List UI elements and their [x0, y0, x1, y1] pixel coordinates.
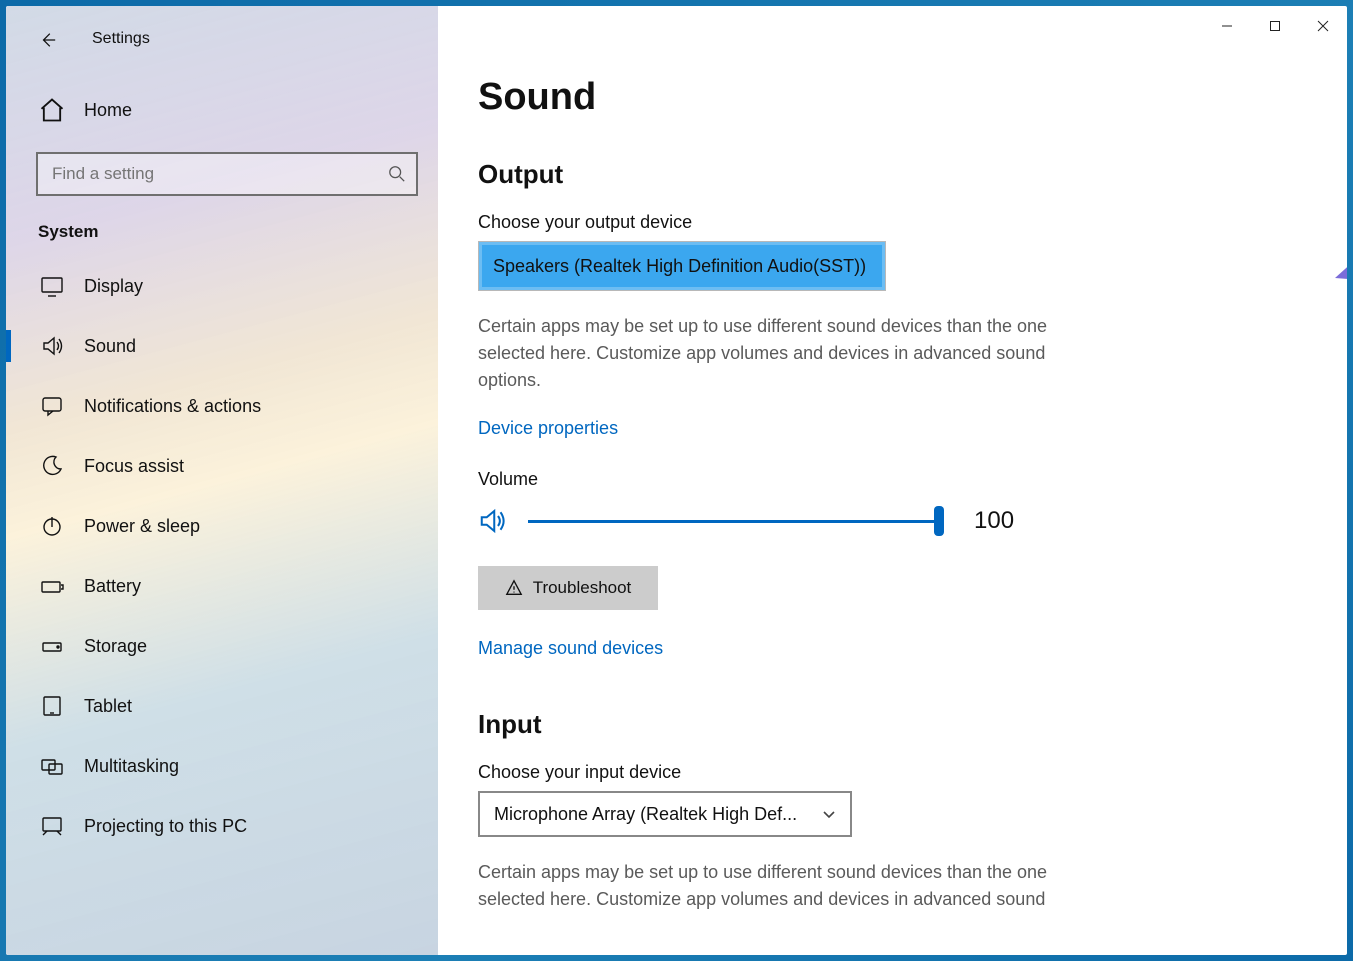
sidebar-item-battery[interactable]: Battery [6, 556, 438, 616]
drive-icon [38, 632, 66, 660]
troubleshoot-button[interactable]: Troubleshoot [478, 566, 658, 610]
home-label: Home [84, 100, 132, 121]
search-input[interactable] [52, 164, 388, 184]
minimize-button[interactable] [1203, 6, 1251, 46]
sidebar-item-notifications[interactable]: Notifications & actions [6, 376, 438, 436]
tablet-icon [38, 692, 66, 720]
input-device-value: Microphone Array (Realtek High Def... [494, 804, 797, 825]
volume-row: 100 [478, 506, 1307, 536]
sidebar-item-label: Notifications & actions [84, 396, 261, 417]
volume-label: Volume [478, 469, 1307, 490]
input-help-text: Certain apps may be set up to use differ… [478, 859, 1078, 913]
output-choose-label: Choose your output device [478, 212, 1307, 233]
sidebar: Settings Home System Display Sound [6, 6, 438, 955]
output-device-value: Speakers (Realtek High Definition Audio(… [493, 256, 866, 277]
sidebar-item-label: Tablet [84, 696, 132, 717]
app-title: Settings [6, 20, 438, 48]
sidebar-item-label: Projecting to this PC [84, 816, 247, 837]
warning-icon [505, 579, 523, 597]
sidebar-item-label: Multitasking [84, 756, 179, 777]
project-icon [38, 812, 66, 840]
output-help-text: Certain apps may be set up to use differ… [478, 313, 1078, 394]
sidebar-item-focus[interactable]: Focus assist [6, 436, 438, 496]
settings-window: Settings Home System Display Sound [6, 6, 1347, 955]
manage-devices-link[interactable]: Manage sound devices [478, 638, 663, 659]
output-heading: Output [478, 159, 1307, 190]
input-heading: Input [478, 709, 1307, 740]
sidebar-item-label: Focus assist [84, 456, 184, 477]
sidebar-home[interactable]: Home [6, 82, 438, 138]
moon-icon [38, 452, 66, 480]
sidebar-item-display[interactable]: Display [6, 256, 438, 316]
volume-slider[interactable] [528, 506, 944, 536]
output-device-select[interactable]: Speakers (Realtek High Definition Audio(… [478, 241, 886, 291]
maximize-button[interactable] [1251, 6, 1299, 46]
sidebar-nav: Display Sound Notifications & actions Fo… [6, 256, 438, 856]
speaker-icon [38, 332, 66, 360]
close-button[interactable] [1299, 6, 1347, 46]
sidebar-item-sound[interactable]: Sound [6, 316, 438, 376]
monitor-icon [38, 272, 66, 300]
volume-icon [478, 506, 508, 536]
search-icon [388, 165, 406, 183]
volume-value: 100 [974, 507, 1014, 535]
input-device-select[interactable]: Microphone Array (Realtek High Def... [478, 791, 852, 837]
troubleshoot-label: Troubleshoot [533, 578, 632, 598]
sidebar-item-label: Battery [84, 576, 141, 597]
multitasking-icon [38, 752, 66, 780]
slider-track [528, 520, 944, 523]
chevron-down-icon [822, 807, 836, 821]
sidebar-section-header: System [6, 196, 438, 256]
page-title: Sound [478, 76, 1307, 119]
home-icon [38, 96, 66, 124]
back-button[interactable] [36, 28, 60, 52]
sidebar-item-label: Storage [84, 636, 147, 657]
slider-thumb[interactable] [934, 506, 944, 536]
battery-icon [38, 572, 66, 600]
window-controls [1203, 6, 1347, 46]
sidebar-item-storage[interactable]: Storage [6, 616, 438, 676]
sidebar-item-tablet[interactable]: Tablet [6, 676, 438, 736]
sidebar-item-label: Sound [84, 336, 136, 357]
device-properties-link[interactable]: Device properties [478, 418, 618, 439]
main-content[interactable]: Sound Output Choose your output device S… [438, 6, 1347, 955]
sidebar-item-multitasking[interactable]: Multitasking [6, 736, 438, 796]
sidebar-item-label: Power & sleep [84, 516, 200, 537]
annotation-arrow [1330, 178, 1347, 298]
search-box[interactable] [36, 152, 418, 196]
sidebar-item-power[interactable]: Power & sleep [6, 496, 438, 556]
input-choose-label: Choose your input device [478, 762, 1307, 783]
chat-icon [38, 392, 66, 420]
sidebar-item-label: Display [84, 276, 143, 297]
sidebar-item-projecting[interactable]: Projecting to this PC [6, 796, 438, 856]
power-icon [38, 512, 66, 540]
